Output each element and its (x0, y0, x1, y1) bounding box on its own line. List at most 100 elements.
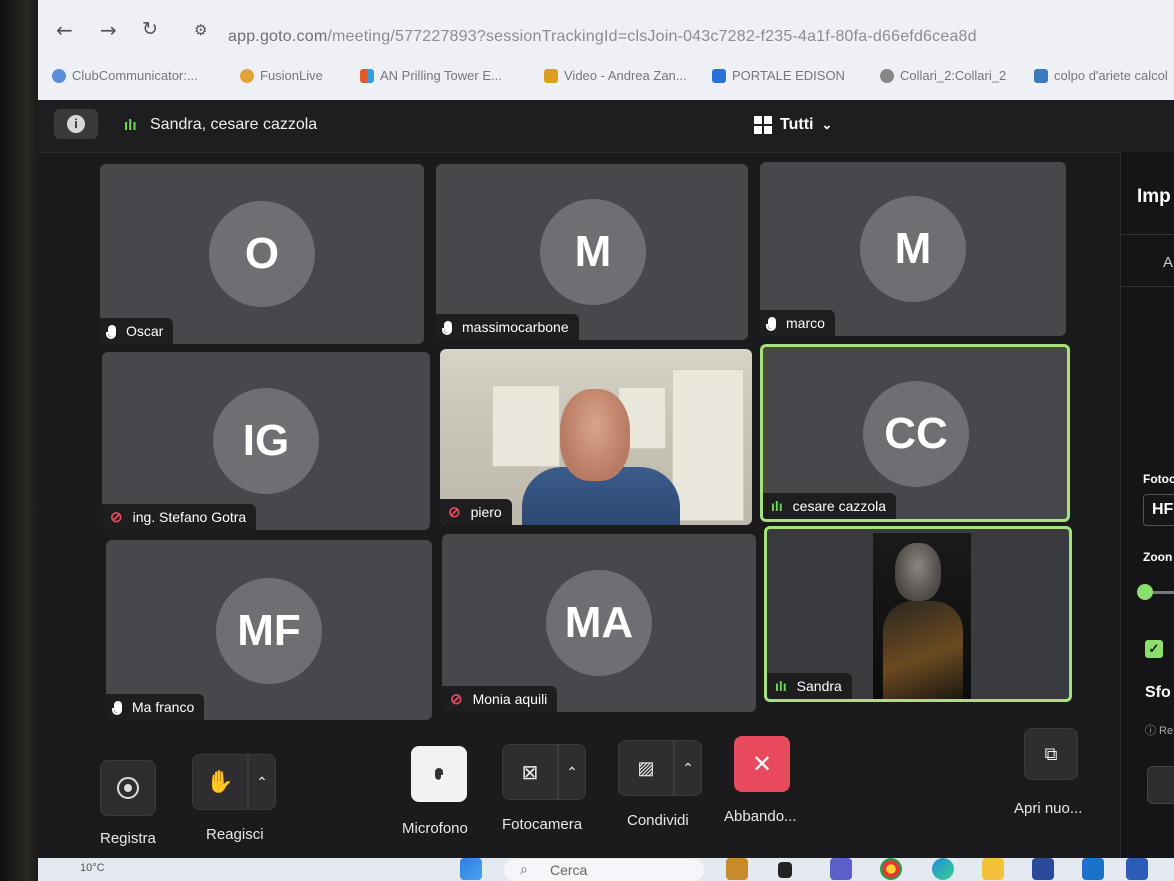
search-icon: ⌕ (520, 861, 528, 877)
participant-video-face (560, 389, 630, 481)
speaking-names: Sandra, cesare cazzola (150, 116, 318, 133)
external-window-icon: ⧉ (1044, 743, 1058, 764)
participant-tile-sandra[interactable]: ılı Sandra (764, 526, 1072, 702)
participant-tile-oscar[interactable]: O Oscar (100, 164, 424, 344)
panel-button[interactable] (1147, 766, 1174, 804)
outlook-icon[interactable] (1082, 858, 1104, 880)
open-new-label: Apri nuo... (1014, 800, 1083, 817)
camera-off-icon: ⊠ (521, 761, 539, 784)
participant-name: ing. Stefano Gotra (132, 509, 247, 525)
react-button[interactable]: ✋ (192, 754, 248, 810)
chrome-icon[interactable] (880, 858, 902, 880)
record-icon (117, 777, 139, 799)
info-button[interactable]: i (54, 109, 98, 139)
participant-namebar: ılı cesare cazzola (763, 493, 897, 519)
bookmark-label: colpo d'ariete calcol (1054, 68, 1168, 83)
participant-namebar: ılı Sandra (767, 673, 852, 699)
participant-namebar: massimocarbone (436, 314, 579, 340)
grid-view-icon (754, 116, 772, 134)
settings-side-panel: Imp A Fotoc HF Zoon ✓ Sfo ⓘ Re (1120, 152, 1174, 881)
participant-tile-stefano-gotra[interactable]: IG ⊘ ing. Stefano Gotra (102, 352, 430, 530)
taskbar-search[interactable]: ⌕ Cerca (504, 859, 704, 881)
bookmark-label: Collari_2:Collari_2 (900, 68, 1007, 83)
bookmark-favicon-icon (52, 68, 66, 83)
browser-chrome: ← → ↻ ⚙ app.goto.com/meeting/577227893?s… (38, 0, 1174, 100)
panel-tab[interactable]: A (1163, 254, 1173, 271)
speaking-icon: ılı (771, 498, 783, 514)
back-icon[interactable]: ← (56, 18, 73, 42)
camera-label: Fotocamera (502, 816, 583, 833)
participant-tile-ma-franco[interactable]: MF Ma franco (106, 540, 432, 720)
view-selector[interactable]: Tutti ⌄ (754, 116, 832, 134)
site-settings-icon[interactable]: ⚙ (194, 21, 207, 39)
participant-namebar: Oscar (100, 318, 174, 344)
monitor-bezel (0, 0, 38, 881)
participant-tile-marco[interactable]: M marco (760, 162, 1066, 336)
share-button[interactable]: ▨ (618, 740, 674, 796)
bookmark-6[interactable]: colpo d'ariete calcol (1034, 68, 1168, 83)
zoom-slider-thumb[interactable] (1137, 584, 1153, 600)
participant-video (873, 533, 971, 699)
bookmark-2[interactable]: AN Prilling Tower E... (360, 68, 502, 83)
microphone-icon (112, 701, 122, 715)
edge-icon[interactable] (932, 858, 954, 880)
bookmark-label: PORTALE EDISON (732, 68, 845, 83)
bookmark-label: ClubCommunicator:... (72, 68, 198, 83)
avatar: MF (216, 578, 322, 684)
reload-icon[interactable]: ↻ (142, 18, 158, 40)
camera-label: Fotoc (1143, 472, 1174, 486)
bookmark-1[interactable]: FusionLive (240, 68, 323, 83)
participant-name: cesare cazzola (792, 498, 887, 514)
participant-name: piero (470, 504, 502, 520)
bookmark-favicon-icon (1034, 68, 1048, 83)
participant-name: Sandra (796, 678, 842, 694)
word-icon[interactable] (1126, 858, 1148, 880)
microphone-button[interactable] (411, 746, 467, 802)
record-button[interactable] (100, 760, 156, 816)
camera-options-button[interactable]: ⌃ (558, 744, 586, 800)
camera-button[interactable]: ⊠ (502, 744, 558, 800)
briefcase-icon[interactable] (726, 858, 748, 880)
participant-namebar: marco (760, 310, 835, 336)
open-new-window-button[interactable]: ⧉ (1024, 728, 1078, 780)
avatar: M (540, 199, 646, 305)
panel-note: ⓘ Re (1145, 725, 1174, 737)
task-view-icon[interactable] (778, 862, 792, 878)
share-screen-off-icon: ▨ (637, 757, 655, 778)
bookmark-4[interactable]: PORTALE EDISON (712, 68, 845, 83)
address-bar: ← → ↻ ⚙ app.goto.com/meeting/577227893?s… (38, 8, 1174, 56)
bookmark-0[interactable]: ClubCommunicator:... (52, 68, 198, 83)
participant-video-face (895, 543, 941, 601)
bookmark-3[interactable]: Video - Andrea Zan... (544, 68, 687, 83)
participant-video-body (883, 601, 963, 699)
divider (1121, 286, 1174, 287)
weather-widget[interactable]: 10°C (80, 862, 105, 874)
participant-name: Ma franco (132, 699, 195, 715)
teams-icon[interactable] (830, 858, 852, 880)
leave-button[interactable]: ✕ (734, 736, 790, 792)
react-options-button[interactable]: ⌃ (248, 754, 276, 810)
store-icon[interactable] (1032, 858, 1054, 880)
zoom-label: Zoon (1143, 550, 1173, 564)
info-icon: i (67, 115, 85, 133)
speaking-icon: ılı (775, 678, 787, 694)
share-options-button[interactable]: ⌃ (674, 740, 702, 796)
participant-namebar: Ma franco (106, 694, 205, 720)
bookmark-favicon-icon (240, 68, 254, 83)
folder-icon[interactable] (982, 858, 1004, 880)
bookmark-label: Video - Andrea Zan... (564, 68, 687, 83)
forward-icon[interactable]: → (100, 18, 117, 42)
bookmark-5[interactable]: Collari_2:Collari_2 (880, 68, 1006, 83)
participant-name: Oscar (126, 323, 164, 339)
participant-tile-monia-aquili[interactable]: MA ⊘ Monia aquili (442, 534, 756, 712)
bookmark-favicon-icon (880, 68, 894, 83)
participant-tile-cesare-cazzola[interactable]: CC ılı cesare cazzola (760, 344, 1070, 522)
camera-select[interactable]: HF (1143, 494, 1174, 526)
microphone-icon (766, 317, 776, 331)
url-field[interactable]: app.goto.com/meeting/577227893?sessionTr… (228, 28, 977, 46)
windows-start-icon[interactable] (460, 858, 482, 880)
participant-tile-piero[interactable]: ⊘ piero (440, 349, 752, 525)
microphone-muted-icon: ⊘ (450, 691, 463, 708)
participant-tile-massimocarbone[interactable]: M massimocarbone (436, 164, 748, 340)
checkbox-checked-icon[interactable]: ✓ (1145, 640, 1163, 658)
